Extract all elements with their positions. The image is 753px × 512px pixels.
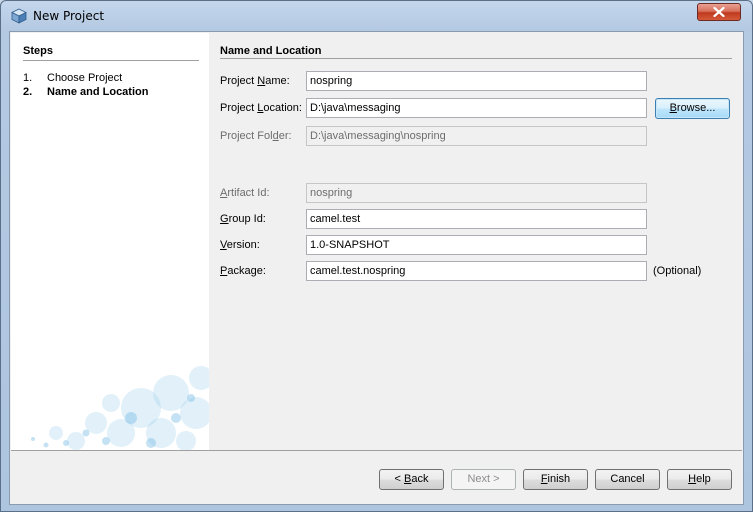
dialog-client-area: Steps 1. Choose Project 2. Name and Loca… [9,31,744,505]
artifact-id-label: Artifact Id: [220,187,270,199]
cancel-button[interactable]: Cancel [595,469,660,490]
package-field[interactable] [306,261,647,281]
panel-title: Name and Location [220,45,322,57]
window-title: New Project [33,9,105,23]
steps-title: Steps [23,45,53,57]
version-field[interactable] [306,235,647,255]
project-location-label: Project Location: [220,102,302,114]
back-button[interactable]: < Back [379,469,444,490]
panel-divider [220,58,732,59]
decorative-bubbles-image [31,366,209,450]
version-label: Version: [220,239,260,251]
package-optional-hint: (Optional) [653,265,702,277]
close-icon [713,7,725,17]
new-project-dialog: New Project Steps 1. Choose Project 2. N… [0,0,753,512]
step-number: 2. [23,86,33,98]
finish-button[interactable]: Finish [523,469,588,490]
project-folder-label: Project Folder: [220,130,292,142]
help-button[interactable]: Help [667,469,732,490]
steps-panel: Steps 1. Choose Project 2. Name and Loca… [11,33,209,450]
steps-divider [23,60,199,61]
browse-button[interactable]: Browse... [655,98,730,119]
step-number: 1. [23,72,33,84]
project-location-field[interactable] [306,98,647,118]
group-id-label: Group Id: [220,213,266,225]
group-id-field[interactable] [306,209,647,229]
package-label: Package: [220,265,266,277]
project-name-label: Project Name: [220,75,290,87]
title-bar[interactable]: New Project [1,1,752,31]
artifact-id-field [306,183,647,203]
netbeans-cube-icon [11,8,27,24]
project-name-field[interactable] [306,71,647,91]
project-folder-field [306,126,647,146]
button-bar-separator [11,450,742,451]
next-button[interactable]: Next > [451,469,516,490]
step-label: Name and Location [47,86,149,98]
close-button[interactable] [697,3,741,21]
step-label: Choose Project [47,72,123,84]
